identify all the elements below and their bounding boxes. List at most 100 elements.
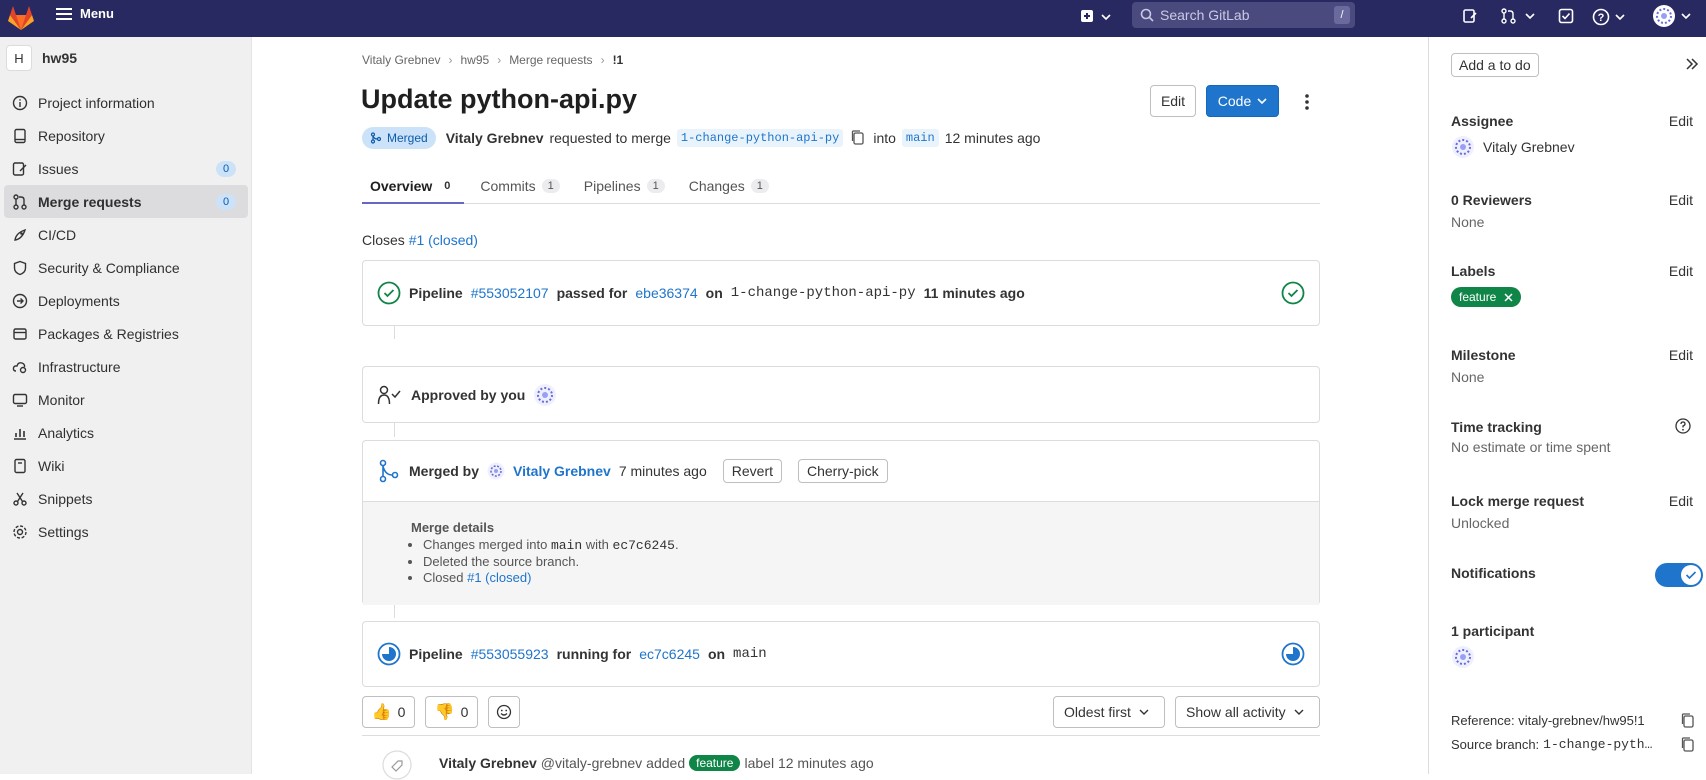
commit-link[interactable]: ec7c6245 [639, 646, 700, 662]
copy-reference-icon[interactable] [1681, 713, 1695, 729]
merger-link[interactable]: Vitaly Grebnev [513, 463, 611, 479]
lock-title: Lock merge request [1451, 493, 1585, 509]
remove-label-icon[interactable] [1504, 292, 1513, 302]
pipeline-branch[interactable]: main [733, 646, 767, 662]
activity-feed: Vitaly Grebnev @vitaly-grebnev added fea… [362, 735, 1320, 780]
sidebar-item-issues[interactable]: Issues 0 [4, 152, 248, 185]
thumbs-down-button[interactable]: 👎 0 [425, 696, 478, 728]
add-reaction-button[interactable] [488, 696, 520, 728]
sort-order-dropdown[interactable]: Oldest first [1053, 696, 1165, 728]
breadcrumb-project[interactable]: hw95 [461, 53, 490, 67]
shield-icon [12, 260, 28, 276]
sidebar-item-analytics[interactable]: Analytics [4, 416, 248, 449]
issues-icon [12, 161, 28, 177]
create-new-icon[interactable] [1080, 8, 1114, 26]
lock-edit-link[interactable]: Edit [1669, 493, 1693, 509]
activity-label-pill[interactable]: feature [689, 755, 741, 771]
chevron-down-icon [1294, 708, 1304, 716]
label-pill-feature[interactable]: feature [1451, 287, 1522, 307]
project-name: hw95 [42, 50, 78, 66]
code-dropdown-button[interactable]: Code [1206, 85, 1279, 117]
notifications-toggle[interactable] [1655, 563, 1703, 587]
sidebar-item-infrastructure[interactable]: Infrastructure [4, 350, 248, 383]
thumbs-up-icon: 👍 [371, 704, 392, 721]
detail-commit[interactable]: ec7c6245 [613, 538, 675, 553]
breadcrumb-user[interactable]: Vitaly Grebnev [362, 53, 441, 67]
pipeline-id-link[interactable]: #553052107 [471, 285, 549, 301]
help-icon[interactable]: ? [1592, 8, 1628, 26]
sidebar-item-repository[interactable]: Repository [4, 119, 248, 152]
merger-avatar[interactable] [487, 462, 505, 480]
search-placeholder: Search GitLab [1160, 7, 1250, 23]
monitor-icon [12, 392, 28, 408]
user-avatar-icon[interactable] [1652, 3, 1696, 31]
source-branch[interactable]: 1-change-python-api-py [676, 129, 844, 147]
sidebar-item-label: Security & Compliance [38, 259, 180, 276]
activity-text: label 12 minutes ago [744, 755, 874, 771]
tab-commits[interactable]: Commits 1 [472, 167, 567, 204]
pipeline-status-running-icon[interactable] [1281, 642, 1305, 666]
project-header[interactable]: H hw95 [6, 45, 77, 71]
milestone-edit-link[interactable]: Edit [1669, 347, 1693, 363]
deployments-icon [12, 293, 28, 309]
sidebar-item-ci-cd[interactable]: CI/CD [4, 218, 248, 251]
labels-edit-link[interactable]: Edit [1669, 263, 1693, 279]
breadcrumb-current[interactable]: !1 [613, 53, 624, 67]
sidebar-item-snippets[interactable]: Snippets [4, 482, 248, 515]
issues-shortcut-icon[interactable] [1462, 8, 1478, 24]
pipeline-id-link[interactable]: #553055923 [471, 646, 549, 662]
sidebar-item-project-information[interactable]: Project information [4, 86, 248, 119]
add-todo-button[interactable]: Add a to do [1451, 53, 1539, 77]
project-nav: Project information Repository Issues 0 … [4, 86, 248, 548]
commit-link[interactable]: ebe36374 [635, 285, 697, 301]
mr-author[interactable]: Vitaly Grebnev [446, 130, 544, 146]
activity-item: Vitaly Grebnev @vitaly-grebnev added fea… [439, 755, 874, 771]
label-event-icon [382, 750, 412, 780]
tab-pipelines[interactable]: Pipelines 1 [576, 167, 673, 204]
copy-branch-icon[interactable] [851, 130, 865, 146]
sidebar-item-packages-registries[interactable]: Packages & Registries [4, 317, 248, 350]
closed-issue-link[interactable]: #1 (closed) [467, 570, 531, 585]
lock-value: Unlocked [1451, 515, 1510, 531]
tab-overview[interactable]: Overview 0 [362, 167, 464, 204]
participant-avatar[interactable] [1451, 645, 1691, 669]
copy-source-branch-icon[interactable] [1681, 737, 1695, 753]
sidebar-item-settings[interactable]: Settings [4, 515, 248, 548]
activity-filter-dropdown[interactable]: Show all activity [1175, 696, 1320, 728]
target-branch[interactable]: main [901, 129, 939, 147]
activity-user[interactable]: Vitaly Grebnev [439, 755, 537, 771]
status-running-icon[interactable] [377, 642, 401, 666]
sidebar-item-label: Issues [38, 160, 79, 177]
question-circle-icon[interactable] [1675, 418, 1691, 434]
assignee-row[interactable]: Vitaly Grebnev [1451, 135, 1691, 159]
edit-button[interactable]: Edit [1150, 85, 1196, 117]
sidebar-item-merge-requests[interactable]: Merge requests 0 [4, 185, 248, 218]
assignee-section: Assignee Edit Vitaly Grebnev [1451, 113, 1693, 159]
approver-avatar[interactable] [533, 383, 557, 407]
menu-button[interactable]: Menu [56, 6, 114, 21]
kebab-menu-icon[interactable] [1304, 93, 1310, 111]
sidebar-item-security-compliance[interactable]: Security & Compliance [4, 251, 248, 284]
closes-issue-link[interactable]: #1 (closed) [409, 232, 478, 248]
pipeline-branch[interactable]: 1-change-python-api-py [731, 285, 916, 301]
reviewers-edit-link[interactable]: Edit [1669, 192, 1693, 208]
gear-icon [12, 524, 28, 540]
sidebar-item-deployments[interactable]: Deployments [4, 284, 248, 317]
merge-requests-shortcut-icon[interactable] [1500, 8, 1536, 24]
thumbs-up-button[interactable]: 👍 0 [362, 696, 415, 728]
sidebar-item-wiki[interactable]: Wiki [4, 449, 248, 482]
timeline-connector [394, 325, 395, 339]
cherry-pick-button[interactable]: Cherry-pick [798, 459, 888, 483]
sidebar-item-label: Infrastructure [38, 358, 121, 375]
sidebar-item-monitor[interactable]: Monitor [4, 383, 248, 416]
search-input[interactable]: Search GitLab / [1132, 2, 1355, 28]
status-success-icon[interactable] [377, 281, 401, 305]
assignee-edit-link[interactable]: Edit [1669, 113, 1693, 129]
revert-button[interactable]: Revert [722, 459, 782, 483]
collapse-sidebar-icon[interactable] [1685, 57, 1699, 71]
todo-icon[interactable] [1558, 8, 1574, 24]
breadcrumb-merge-requests[interactable]: Merge requests [509, 53, 592, 67]
pipeline-status-success-icon[interactable] [1281, 281, 1305, 305]
gitlab-logo-icon[interactable] [6, 4, 36, 32]
tab-changes[interactable]: Changes 1 [681, 167, 777, 204]
